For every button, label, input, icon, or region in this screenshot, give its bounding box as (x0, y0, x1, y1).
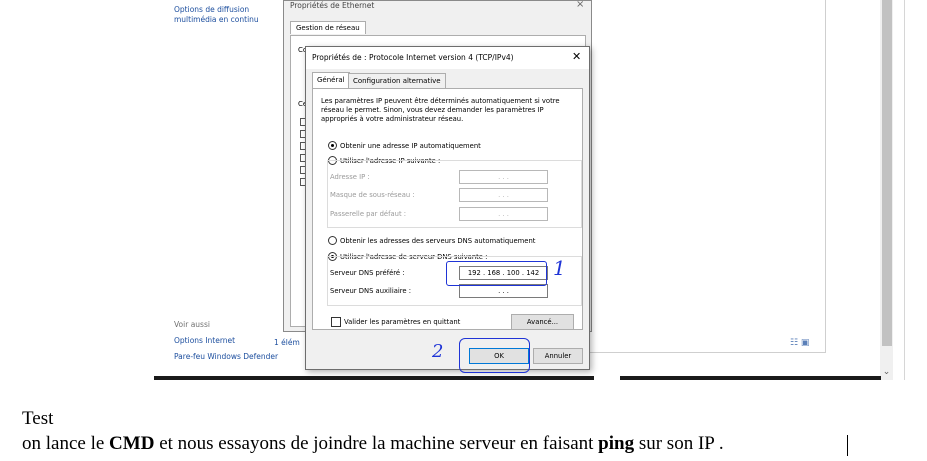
scrollbar-thumb[interactable] (882, 0, 892, 346)
tab-general[interactable]: Général (312, 72, 350, 89)
control-panel-content-pane (588, 0, 826, 353)
document-paragraph: on lance le CMD et nous essayons de join… (22, 433, 724, 455)
advanced-button[interactable]: Avancé... (511, 314, 574, 330)
link-streaming-options-2[interactable]: multimédia en continu (174, 15, 259, 25)
annotation-number-1: 1 (553, 256, 566, 280)
subnet-mask-label: Masque de sous-réseau : (330, 191, 415, 199)
chevron-down-icon[interactable]: ⌄ (880, 366, 893, 378)
close-icon[interactable]: × (576, 0, 584, 10)
preferred-dns-label: Serveur DNS préféré : (330, 269, 405, 277)
close-icon[interactable]: ✕ (572, 50, 581, 63)
ip-address-field[interactable]: . . . (459, 170, 548, 184)
tab-alternate-config[interactable]: Configuration alternative (348, 73, 446, 88)
dns-highlight-box (446, 261, 547, 286)
dialog-titlebar: Propriétés de : Protocole Internet versi… (306, 47, 589, 69)
annotation-number-2: 2 (432, 341, 444, 362)
radio-unselected-icon[interactable] (328, 236, 337, 245)
see-also-heading: Voir aussi (174, 320, 210, 329)
validate-on-exit[interactable]: Valider les paramètres en quittant (331, 317, 460, 327)
taskbar-gap (594, 376, 620, 380)
gateway-label: Passerelle par défaut : (330, 210, 407, 218)
link-firewall[interactable]: Pare-feu Windows Defender (174, 352, 278, 362)
general-tab-panel: Les paramètres IP peuvent être déterminé… (312, 88, 583, 330)
radio-dns-auto[interactable]: Obtenir les adresses des serveurs DNS au… (328, 236, 535, 245)
status-items-count: 1 élém (274, 338, 300, 347)
dialog-title: Propriétés de : Protocole Internet versi… (312, 53, 514, 62)
ip-address-label: Adresse IP : (330, 173, 370, 181)
taskbar-segment (620, 376, 632, 380)
ethernet-window-title: Propriétés de Ethernet (290, 1, 375, 10)
document-heading: Test (22, 408, 54, 429)
intro-text: Les paramètres IP peuvent être déterminé… (321, 97, 560, 123)
tab-network[interactable]: Gestion de réseau (290, 21, 366, 34)
cancel-button[interactable]: Annuler (533, 348, 583, 364)
validate-label: Valider les paramètres en quittant (344, 318, 461, 326)
auxiliary-dns-label: Serveur DNS auxiliaire : (330, 287, 412, 295)
paragraph-text: sur son IP . (634, 433, 724, 454)
paragraph-bold-cmd: CMD (109, 433, 155, 454)
radio-ip-auto-label: Obtenir une adresse IP automatiquement (340, 141, 481, 150)
ipv4-properties-dialog: Propriétés de : Protocole Internet versi… (305, 46, 590, 370)
ok-highlight-box (459, 338, 530, 373)
link-internet-options[interactable]: Options Internet (174, 336, 235, 346)
paragraph-text: et nous essayons de joindre la machine s… (154, 433, 599, 454)
view-mode-icon[interactable]: ☷ ▣ (790, 338, 809, 348)
radio-dns-auto-label: Obtenir les adresses des serveurs DNS au… (340, 236, 536, 245)
radio-selected-icon[interactable] (328, 141, 337, 150)
text-caret (847, 435, 848, 456)
gateway-field[interactable]: . . . (459, 207, 548, 221)
paragraph-bold-ping: ping (598, 433, 635, 454)
link-streaming-options-1[interactable]: Options de diffusion (174, 5, 249, 15)
radio-ip-auto[interactable]: Obtenir une adresse IP automatiquement (328, 141, 481, 150)
auxiliary-dns-field[interactable]: . . . (459, 284, 548, 298)
subnet-mask-field[interactable]: . . . (459, 188, 548, 202)
taskbar-strip (154, 376, 881, 380)
paragraph-text: on lance le (22, 433, 110, 454)
validate-checkbox[interactable] (331, 317, 341, 327)
